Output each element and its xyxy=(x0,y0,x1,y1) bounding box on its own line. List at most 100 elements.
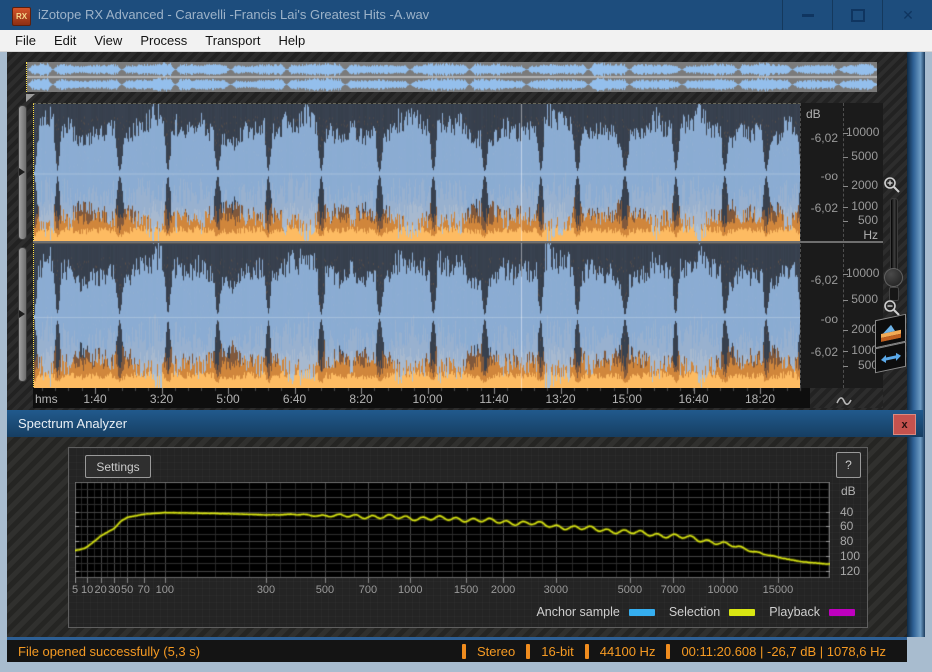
legend-label: Selection xyxy=(668,605,721,619)
time-tick-label: 1:40 xyxy=(83,392,107,406)
freq-tick-mark xyxy=(843,351,848,352)
freq-tick-mark xyxy=(843,207,848,208)
status-fields: Stereo 16-bit 44100 Hz 00:11:20.608 | -26,7… xyxy=(461,643,897,659)
spectrum-panel-close-button[interactable]: x xyxy=(893,414,916,435)
freq-tick-ch2: 2000 xyxy=(851,322,878,336)
legend-item-anchor-sample: Anchor sample xyxy=(536,605,655,619)
spectrum-freq-tick: 100 xyxy=(155,584,175,596)
spectrum-freq-tick: 1000 xyxy=(397,584,423,596)
maximize-button[interactable] xyxy=(832,0,883,30)
time-tick-label: 10:00 xyxy=(412,392,443,406)
spectrum-freq-tick: 500 xyxy=(315,584,335,596)
channel-1-arrow-icon xyxy=(19,168,25,176)
menu-edit[interactable]: Edit xyxy=(45,30,85,52)
time-tick-label: 13:20 xyxy=(545,392,576,406)
amp-tick-ch1: -oo xyxy=(820,169,838,183)
menu-view[interactable]: View xyxy=(85,30,131,52)
freq-tick-mark xyxy=(843,221,848,222)
status-field: Stereo xyxy=(476,643,516,659)
freq-tick-ch1: 500 xyxy=(857,213,878,227)
status-field: 16-bit xyxy=(541,643,574,659)
time-tick-label: 15:00 xyxy=(611,392,643,406)
amp-tick-ch2: -oo xyxy=(820,312,838,326)
spectrum-freq-tick: 700 xyxy=(358,584,378,596)
close-button[interactable]: ✕ xyxy=(882,0,932,30)
legend-swatch xyxy=(829,608,855,616)
zoom-in-icon[interactable] xyxy=(883,176,901,194)
horizontal-arrows-icon xyxy=(880,352,901,363)
spectrum-db-tick: 60 xyxy=(840,519,854,534)
legend-item-selection: Selection xyxy=(668,605,756,619)
legend-swatch xyxy=(729,608,756,616)
freq-tick-ch2: 1000 xyxy=(851,343,878,357)
freq-tick-ch2: 5000 xyxy=(851,292,878,306)
freq-tick-mark xyxy=(843,274,848,275)
legend-label: Playback xyxy=(769,605,820,619)
close-icon: ✕ xyxy=(902,7,914,23)
spectrum-freq-tick: 15000 xyxy=(762,584,794,596)
spectrum-panel-header[interactable]: Spectrum Analyzer xyxy=(7,410,923,437)
legend-label: Anchor sample xyxy=(536,605,620,619)
overview-waveform[interactable] xyxy=(27,62,877,92)
spectrum-plot[interactable] xyxy=(75,482,830,584)
time-tick-label: 16:40 xyxy=(678,392,709,406)
legend-swatch xyxy=(628,608,655,616)
spectrum-freq-tick: 3000 xyxy=(543,584,569,596)
status-bar: File opened successfully (5,3 s) Stereo 1… xyxy=(7,637,907,662)
freq-tick-mark xyxy=(843,186,848,187)
legend-item-playback: Playback xyxy=(769,605,855,619)
maximize-icon xyxy=(851,8,865,22)
freq-tick-mark xyxy=(843,133,848,134)
db-scale-header: dB xyxy=(806,107,821,121)
minimize-button[interactable] xyxy=(782,0,833,30)
right-accent-strip xyxy=(907,52,925,637)
menu-transport[interactable]: Transport xyxy=(196,30,269,52)
spectrum-help-button[interactable]: ? xyxy=(836,452,861,478)
amp-tick-ch1: -6,02 xyxy=(810,201,838,215)
time-tick-label: 6:40 xyxy=(282,392,307,406)
freq-tick-mark xyxy=(843,300,848,301)
freq-tick-mark xyxy=(843,330,848,331)
minimize-icon xyxy=(802,13,814,17)
freq-tick-ch1: 1000 xyxy=(851,199,878,213)
spectrum-legend: Anchor sample Selection Playback xyxy=(75,603,855,621)
menu-bar: File Edit View Process Transport Help xyxy=(0,30,932,52)
status-field: 00:11:20.608 | -26,7 dB | 1078,6 Hz xyxy=(681,643,886,659)
time-unit-label: hms xyxy=(35,392,58,406)
overview-position-marker[interactable] xyxy=(26,94,35,102)
freq-tick-ch1: 5000 xyxy=(851,149,878,163)
time-tick-label: 5:00 xyxy=(216,392,240,406)
time-tick-label: 3:20 xyxy=(149,392,174,406)
freq-tick-ch2: 10000 xyxy=(846,266,880,280)
spectrum-db-tick: 80 xyxy=(840,534,854,549)
menu-process[interactable]: Process xyxy=(131,30,196,52)
spectrogram-waveform-icon xyxy=(880,324,901,343)
spectrum-panel-title: Spectrum Analyzer xyxy=(18,416,128,431)
amp-tick-ch1: -6,02 xyxy=(810,131,838,145)
freq-tick-ch1: 2000 xyxy=(851,178,878,192)
spectrum-db-tick: 120 xyxy=(840,563,861,578)
menu-help[interactable]: Help xyxy=(269,30,314,52)
spectrum-settings-button[interactable]: Settings xyxy=(85,455,151,478)
zoom-slider-thumb[interactable] xyxy=(884,268,903,287)
spectrum-freq-tick: 7000 xyxy=(660,584,686,596)
time-ruler[interactable]: hms 1:40 3:20 5:00 6:40 8:20 10:00 11:40 13:20 15… xyxy=(33,388,883,408)
status-message: File opened successfully (5,3 s) xyxy=(18,643,201,659)
menu-file[interactable]: File xyxy=(6,30,45,52)
time-tick-label: 18:20 xyxy=(744,392,776,406)
spectrum-db-axis-label: dB xyxy=(841,484,856,498)
overview-strip[interactable] xyxy=(26,62,877,92)
spectrum-plot-canvas[interactable] xyxy=(75,482,830,584)
spectrum-freq-tick: 300 xyxy=(256,584,276,596)
freq-tick-mark xyxy=(843,157,848,158)
app-icon: RX xyxy=(12,7,31,26)
amp-tick-ch2: -6,02 xyxy=(810,273,838,287)
status-field: 44100 Hz xyxy=(599,643,656,659)
amp-tick-ch2: -6,02 xyxy=(810,345,838,359)
hz-scale-label: Hz xyxy=(863,228,878,242)
time-tick-label: 8:20 xyxy=(349,392,373,406)
spectrum-db-tick: 40 xyxy=(840,504,854,519)
spectrogram-canvas[interactable] xyxy=(34,104,801,389)
freq-tick-ch1: 10000 xyxy=(846,125,880,139)
spectrogram-display[interactable] xyxy=(33,103,801,389)
